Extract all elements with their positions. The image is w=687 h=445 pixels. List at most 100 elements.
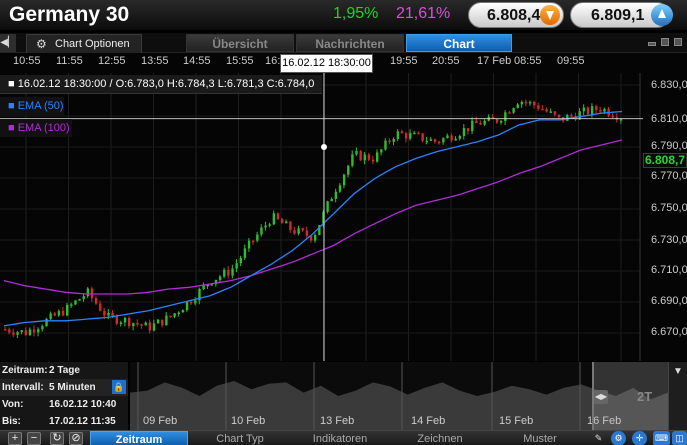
time-label: 17 Feb	[477, 55, 512, 67]
lock-icon[interactable]: 🔒	[112, 380, 126, 394]
chart-options-button[interactable]: ⚙ Chart Optionen	[26, 34, 142, 53]
keyboard-icon[interactable]: ⌨	[653, 431, 670, 445]
candle-body	[276, 213, 280, 220]
price-chart[interactable]: 10:55 11:55 12:55 13:55 14:55 15:55 16: …	[0, 53, 687, 361]
time-label: 20:55	[432, 55, 460, 67]
candle-body	[471, 120, 474, 132]
title-bar: Germany 30 1,95% 21,61% 6.808,4 6.809,1	[0, 0, 687, 30]
toolbar-tab-timerange[interactable]: Zeitraum	[90, 431, 188, 445]
candle-body	[78, 299, 81, 301]
candle-body	[37, 329, 40, 333]
tab-news[interactable]: Nachrichten	[296, 34, 404, 52]
pen-icon[interactable]: ✎	[591, 431, 606, 445]
candle-body	[570, 115, 573, 117]
interval-row[interactable]: Intervall: 5 Minuten 🔒	[0, 379, 128, 396]
buy-price-button[interactable]: 6.809,1	[570, 2, 673, 28]
navigator-date: 14 Feb	[411, 415, 446, 427]
skip-to-end-icon: ▼	[673, 366, 683, 377]
candle-body	[111, 312, 114, 316]
toolbar-tab-charttype[interactable]: Chart Typ	[192, 431, 288, 445]
candle-body	[280, 219, 284, 224]
navigator-date: 10 Feb	[231, 415, 266, 427]
candle-body	[268, 224, 271, 226]
candle-body	[239, 257, 242, 264]
candle-body	[86, 288, 90, 297]
cancel-icon[interactable]: ⊘	[69, 432, 83, 445]
from-value: 16.02.12 10:40	[49, 399, 117, 410]
sell-price-button[interactable]: 6.808,4	[468, 2, 564, 28]
legend-ema50[interactable]: ■ EMA (50)	[0, 97, 64, 115]
candle-body	[396, 131, 400, 139]
zoom-out-icon[interactable]: −	[27, 432, 41, 445]
candle-body	[32, 329, 36, 333]
time-label: 13:55	[141, 55, 169, 67]
candle-body	[450, 135, 453, 141]
time-label: 11:55	[56, 55, 83, 67]
candle-body	[165, 315, 168, 326]
candlestick-chart-svg[interactable]	[0, 53, 687, 361]
candle-body	[376, 152, 379, 162]
candle-body	[500, 121, 503, 123]
time-label: 15:55	[226, 55, 254, 67]
tab-overview[interactable]: Übersicht	[186, 34, 294, 52]
candle-body	[161, 319, 164, 326]
ohlc-readout: ■ 16.02.12 18:30:00 / O:6.783,0 H:6.784,…	[0, 75, 322, 94]
change-percent-purple: 21,61%	[396, 5, 451, 22]
candle-body	[590, 106, 594, 114]
time-label: 10:55	[13, 55, 41, 67]
candle-body	[533, 101, 536, 106]
time-label: 16:	[265, 55, 281, 67]
candle-body	[351, 154, 354, 166]
candle-body	[148, 322, 152, 331]
candle-body	[272, 213, 276, 225]
candle-body	[454, 138, 457, 141]
legend-ema100[interactable]: ■ EMA (100)	[0, 119, 72, 137]
candle-body	[190, 301, 193, 304]
candle-body	[256, 234, 259, 241]
candle-body	[235, 263, 238, 269]
restore-icon[interactable]	[674, 38, 682, 46]
candle-body	[297, 228, 300, 234]
current-price-marker: 6.808,7	[643, 153, 687, 168]
candle-body	[231, 268, 234, 276]
candle-body	[57, 310, 61, 316]
legend-ema50-label: EMA (50)	[17, 100, 64, 112]
candle-body	[483, 120, 486, 125]
collapse-arrow-icon[interactable]: ◀▏	[0, 34, 16, 52]
bid-price: 6.808,4	[487, 7, 541, 24]
y-axis-label: 6.690,00	[651, 295, 687, 307]
candle-body	[293, 230, 296, 234]
tab-chart[interactable]: Chart	[406, 34, 512, 52]
settings-icon[interactable]: ⚙	[611, 431, 626, 445]
navigator-drag-handle[interactable]: ◀▶	[594, 390, 608, 404]
navigator-end-button[interactable]: ▼	[668, 362, 687, 430]
navigator-range-label: 2T	[637, 389, 653, 404]
minimize-icon[interactable]	[648, 42, 656, 46]
ask-price: 6.809,1	[591, 7, 645, 24]
navigator-date: 13 Feb	[320, 415, 355, 427]
candle-body	[524, 101, 528, 104]
zoom-in-icon[interactable]: +	[8, 432, 22, 445]
pin-icon[interactable]: ◫	[672, 431, 687, 445]
candle-body	[41, 326, 44, 330]
candle-body	[301, 228, 304, 231]
toolbar-tab-patterns[interactable]: Muster	[492, 431, 588, 445]
candle-body	[227, 269, 230, 276]
y-axis-label: 6.770,00	[651, 170, 687, 182]
time-navigator[interactable]: 09 Feb 10 Feb 13 Feb 14 Feb 15 Feb 16 Fe…	[130, 362, 687, 430]
candle-body	[169, 315, 172, 318]
to-row: Bis: 17.02.12 11:35	[0, 413, 128, 430]
crosshair-icon[interactable]: ✛	[632, 431, 647, 445]
refresh-icon[interactable]: ↻	[50, 432, 64, 445]
candle-body	[586, 107, 590, 114]
candle-body	[504, 112, 507, 122]
toolbar-tab-indicators[interactable]: Indikatoren	[292, 431, 388, 445]
legend-ema100-label: EMA (100)	[17, 122, 70, 134]
maximize-icon[interactable]	[661, 38, 669, 46]
toolbar-tab-drawing[interactable]: Zeichnen	[392, 431, 488, 445]
candle-body	[479, 123, 482, 125]
time-label: 12:55	[98, 55, 126, 67]
candle-body	[16, 332, 19, 335]
candle-body	[355, 150, 358, 155]
candle-body	[82, 296, 85, 300]
